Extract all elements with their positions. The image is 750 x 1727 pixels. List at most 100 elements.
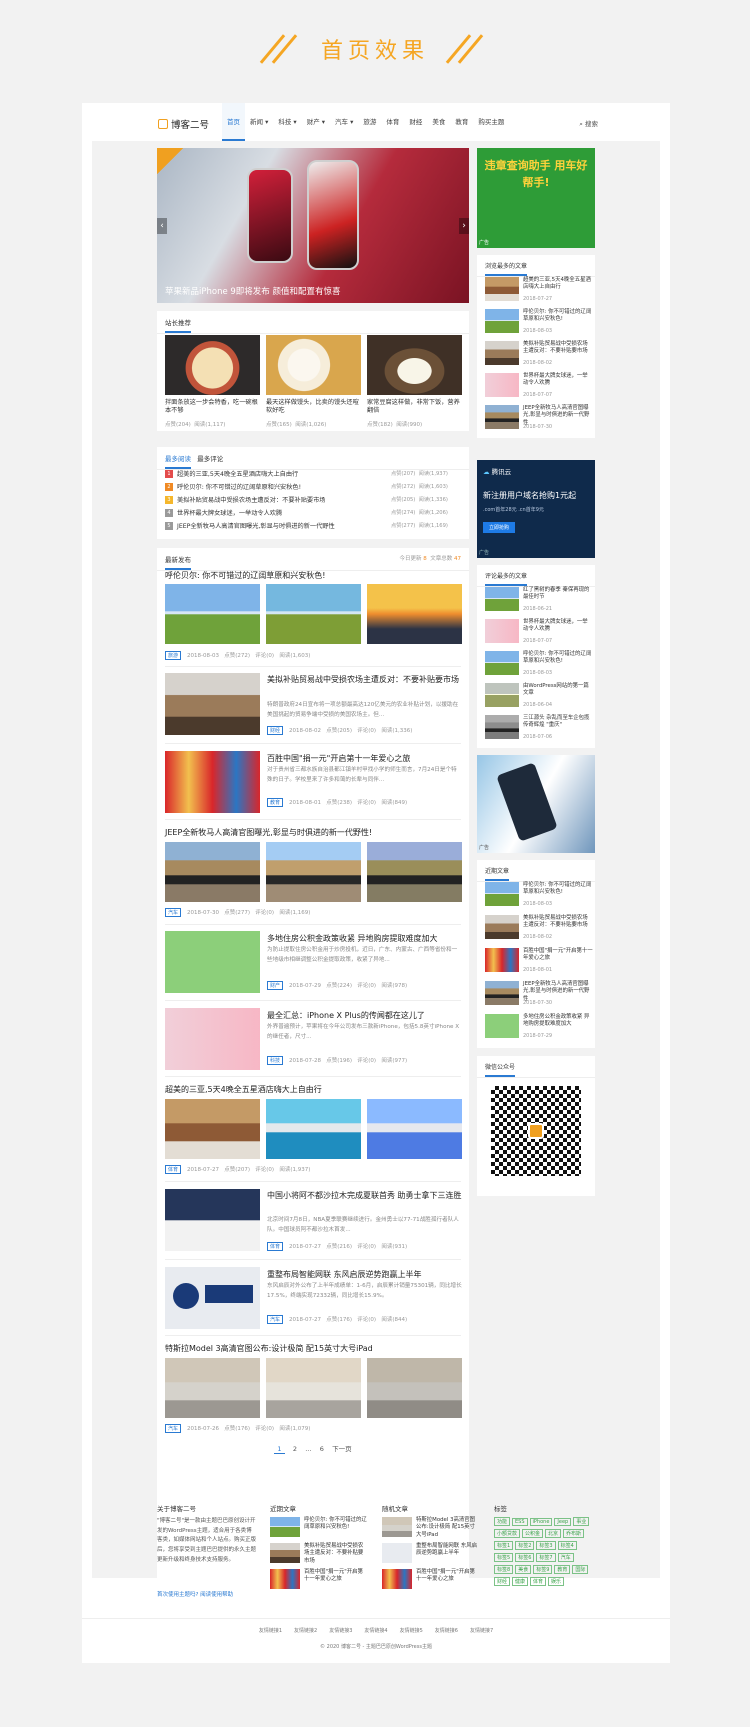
tag-item[interactable]: 北京	[545, 1529, 562, 1538]
article-image[interactable]	[165, 931, 260, 993]
sidebar-post[interactable]: 多地住房公积金政策收紧 异地购房提取难度加大 2018-07-29	[485, 1014, 590, 1042]
recommend-thumb-3[interactable]	[367, 335, 462, 395]
sidebar-post[interactable]: 呼伦贝尔: 你不可错过的辽阔草原和兴安秋色! 2018-08-03	[485, 651, 591, 679]
tag-item[interactable]: 体育	[530, 1577, 547, 1586]
tag-item[interactable]: iPhone	[529, 1518, 553, 1526]
tag-item[interactable]: 功能	[494, 1517, 511, 1526]
friend-link[interactable]: 友情链接3	[329, 1628, 352, 1634]
article-image[interactable]	[165, 751, 260, 813]
article-image[interactable]	[266, 1358, 361, 1418]
nav-item-buy-theme[interactable]: 购买主题	[473, 103, 509, 141]
recommend-title-1[interactable]: 拌面条放这一步会特香，吃一碗根本不够	[165, 399, 260, 416]
article-image[interactable]	[367, 584, 462, 644]
nav-item-tech[interactable]: 科技 ▾	[273, 103, 301, 141]
tag-item[interactable]: 汽车	[557, 1553, 574, 1562]
tag-item[interactable]: 标签3	[536, 1541, 556, 1550]
article-image[interactable]	[367, 1358, 462, 1418]
article-title[interactable]: 重整布局智能网联 东风启辰逆势跑赢上半年	[267, 1269, 422, 1280]
ranking-row[interactable]: 2 呼伦贝尔: 你不可错过的辽阔草原和兴安秋色! 点赞(272) 阅读(1,603)	[165, 482, 448, 491]
sidebar-post[interactable]: 三江源头 杂乱而至车企包揽传奇辉煌 "重庆" 2018-07-06	[485, 715, 590, 743]
page-2[interactable]: 2	[293, 1445, 297, 1453]
tag-item[interactable]: 标签5	[494, 1553, 514, 1562]
sidebar-ad-2[interactable]: ☁ 腾讯云 新注册用户域名抢购1元起 .com首年28元 .cn首年9元 立即抢…	[477, 460, 595, 558]
sidebar-post[interactable]: JEEP全新牧马人高清官图曝光,彰显与时俱进的新一代野性 2018-07-30	[485, 981, 590, 1009]
slider-next-button[interactable]: ›	[459, 218, 469, 234]
sidebar-post[interactable]: 呼伦贝尔: 你不可错过的辽阔草原和兴安秋色! 2018-08-03	[485, 309, 591, 337]
sidebar-ad-3[interactable]: 广告	[477, 755, 595, 853]
sidebar-post[interactable]: 由WordPress网站的第一篇文章 2018-06-04	[485, 683, 590, 711]
tag-item[interactable]: 教育	[554, 1565, 571, 1574]
tag-item[interactable]: 国际	[572, 1565, 589, 1574]
article-title[interactable]: 特斯拉Model 3高清官图公布:设计极简 配15英寸大号iPad	[165, 1343, 373, 1354]
tag-item[interactable]: 美食	[515, 1565, 532, 1574]
article-image[interactable]	[266, 584, 361, 644]
tag-item[interactable]: 标签8	[494, 1565, 514, 1574]
tag-item[interactable]: 娱乐	[548, 1577, 565, 1586]
tag-item[interactable]: 乔布斯	[563, 1529, 585, 1538]
article-image[interactable]	[266, 842, 361, 902]
article-image[interactable]	[165, 1358, 260, 1418]
tab-most-commented[interactable]: 最多评论	[197, 455, 223, 463]
ranking-row[interactable]: 4 世界杯最大牌女球迷，一举动令人欢腾 点赞(274) 阅读(1,206)	[165, 508, 448, 517]
article-image[interactable]	[367, 842, 462, 902]
nav-item-finance[interactable]: 财经	[404, 103, 427, 141]
friend-link[interactable]: 友情链接7	[470, 1628, 493, 1634]
nav-item-car[interactable]: 汽车 ▾	[330, 103, 358, 141]
article-title[interactable]: 中国小将阿不都沙拉木完成夏联首秀 助勇士拿下三连胜	[267, 1191, 462, 1201]
tag-item[interactable]: 标签1	[494, 1541, 514, 1550]
sidebar-post[interactable]: 美拟补贴贸易战中受损农场主遭反对：不要补贴要市场 2018-08-02	[485, 341, 590, 369]
article-title[interactable]: 最全汇总：iPhone X Plus的传闻都在这儿了	[267, 1010, 425, 1021]
friend-link[interactable]: 友情链接6	[435, 1628, 458, 1634]
article-title[interactable]: 呼伦贝尔: 你不可错过的辽阔草原和兴安秋色!	[165, 570, 325, 581]
article-title[interactable]: 百胜中国"捐一元"开启第十一年爱心之旅	[267, 753, 410, 764]
sidebar-post[interactable]: 红了黑树的春季 秦保再现的最佳时节 2018-06-21	[485, 587, 590, 615]
next-page-button[interactable]: 下一页	[332, 1445, 352, 1453]
sidebar-post[interactable]: 超美的三亚,5天4晚全五星酒店嗨大上自由行 2018-07-27	[485, 277, 591, 305]
sidebar-post[interactable]: JEEP全新牧马人高清官图曝光,彰显与时俱进的新一代野性 2018-07-30	[485, 405, 590, 433]
friend-link[interactable]: 友情链接1	[259, 1628, 282, 1634]
article-image[interactable]	[266, 1099, 361, 1159]
recommend-thumb-2[interactable]	[266, 335, 361, 395]
nav-item-sports[interactable]: 体育	[381, 103, 404, 141]
article-image[interactable]	[165, 1267, 260, 1329]
article-title[interactable]: JEEP全新牧马人高清官图曝光,彰显与时俱进的新一代野性!	[165, 827, 372, 838]
page-1[interactable]: 1	[274, 1445, 285, 1454]
footer-random-post[interactable]: 重整布局智能网联 东风启辰逆势跑赢上半年	[382, 1543, 482, 1571]
page-6[interactable]: 6	[320, 1445, 324, 1453]
search-button[interactable]: ⌕ 搜索	[579, 118, 598, 129]
tag-item[interactable]: Jeep	[554, 1518, 572, 1526]
footer-random-post[interactable]: 百胜中国"捐一元"开启第十一年爱心之旅	[382, 1569, 482, 1597]
footer-random-post[interactable]: 特斯拉Model 3高清官图公布:设计极简 配15英寸大号iPad	[382, 1517, 482, 1545]
friend-link[interactable]: 友情链接2	[294, 1628, 317, 1634]
recommend-title-3[interactable]: 家常豆腐这样做，非常下饭，营养翻倍	[367, 399, 462, 416]
tag-item[interactable]: 小额贷款	[494, 1529, 521, 1538]
sidebar-post[interactable]: 世界杯最大牌女球迷，一举动令人欢腾 2018-07-07	[485, 619, 590, 647]
sidebar-post[interactable]: 呼伦贝尔: 你不可错过的辽阔草原和兴安秋色! 2018-08-03	[485, 882, 591, 910]
ranking-row[interactable]: 5 JEEP全新牧马人高清官图曝光,彰显与时俱进的新一代野性 点赞(277) 阅读(…	[165, 521, 448, 530]
friend-link[interactable]: 友情链接5	[400, 1628, 423, 1634]
slider-prev-button[interactable]: ‹	[157, 218, 167, 234]
tag-item[interactable]: 公积金	[522, 1529, 544, 1538]
slider-caption[interactable]: 苹果新品iPhone 9即将发布 颜值和配置有惊喜	[165, 285, 341, 297]
nav-item-travel[interactable]: 旅游	[358, 103, 381, 141]
tag-item[interactable]: ESS	[512, 1518, 528, 1526]
friend-link[interactable]: 友情链接4	[364, 1628, 387, 1634]
article-image[interactable]	[367, 1099, 462, 1159]
site-logo[interactable]: 博客二号	[158, 117, 209, 131]
tag-item[interactable]: 标签2	[515, 1541, 535, 1550]
featured-slider[interactable]: ‹ › 苹果新品iPhone 9即将发布 颜值和配置有惊喜	[157, 148, 469, 303]
sidebar-post[interactable]: 百胜中国"捐一元"开启第十一年爱心之旅 2018-08-01	[485, 948, 593, 976]
article-image[interactable]	[165, 1008, 260, 1070]
tag-item[interactable]: 财经	[494, 1577, 511, 1586]
article-image[interactable]	[165, 673, 260, 735]
article-image[interactable]	[165, 1189, 260, 1251]
footer-recent-post[interactable]: 美拟补贴贸易战中受损农场主遭反对：不要补贴要市场	[270, 1543, 370, 1571]
ranking-row[interactable]: 3 美拟补贴贸易战中受损农场主遭反对：不要补贴要市场 点赞(205) 阅读(1,33…	[165, 495, 448, 504]
sidebar-ad-1[interactable]: 违章查询助手 用车好帮手! 广告	[477, 148, 595, 248]
sidebar-post[interactable]: 世界杯最大牌女球迷，一举动令人欢腾 2018-07-07	[485, 373, 590, 401]
footer-recent-post[interactable]: 呼伦贝尔: 你不可错过的辽阔草原和兴安秋色!	[270, 1517, 370, 1545]
article-title[interactable]: 超美的三亚,5天4晚全五星酒店嗨大上自由行	[165, 1084, 322, 1095]
recommend-title-2[interactable]: 最天这样做馒头，比卖的馒头还暄软好吃	[266, 399, 361, 416]
article-title[interactable]: 美拟补贴贸易战中受损农场主遭反对：不要补贴要市场	[267, 675, 462, 685]
tag-item[interactable]: 标签9	[533, 1565, 553, 1574]
